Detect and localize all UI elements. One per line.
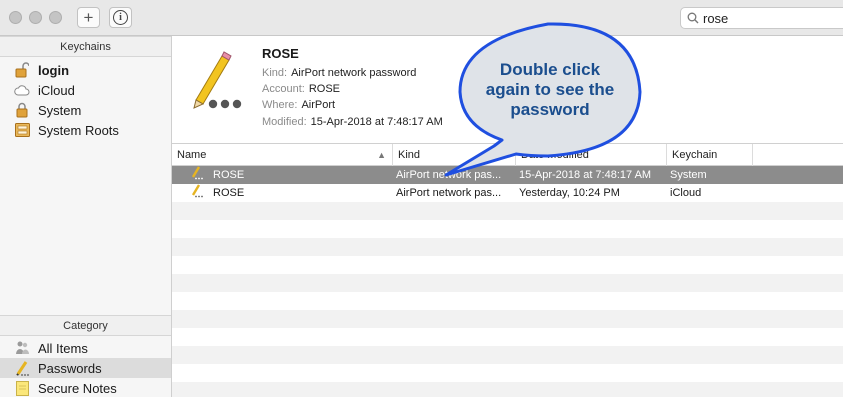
- kind-label: Kind:: [262, 67, 288, 79]
- cloud-icon: [14, 82, 30, 98]
- pencil-icon: [193, 51, 242, 109]
- note-icon: [14, 380, 30, 396]
- plus-icon: +: [83, 8, 94, 27]
- close-window-button[interactable]: [9, 11, 22, 24]
- account-label: Account:: [262, 83, 305, 95]
- empty-row: [172, 346, 843, 364]
- info-icon: i: [113, 10, 128, 25]
- modified-value: 15-Apr-2018 at 7:48:17 AM: [310, 116, 443, 128]
- row-date: Yesterday, 10:24 PM: [519, 187, 620, 199]
- sidebar-item-label: iCloud: [38, 82, 75, 98]
- column-name-label: Name: [177, 149, 207, 161]
- column-date-label: Date Modified: [521, 149, 589, 161]
- sidebar: Keychains login iCloud System System Roo…: [0, 36, 172, 397]
- search-input[interactable]: rose: [703, 11, 728, 26]
- category-header: Category: [0, 315, 171, 336]
- zoom-window-button[interactable]: [49, 11, 62, 24]
- sidebar-item-label: login: [38, 62, 70, 78]
- kind-value: AirPort network password: [291, 67, 417, 79]
- empty-row: [172, 202, 843, 220]
- sidebar-item-label: All Items: [38, 340, 88, 356]
- account-value: ROSE: [308, 83, 340, 95]
- row-name: ROSE: [213, 187, 245, 199]
- where-label: Where:: [262, 99, 298, 111]
- sidebar-item-label: System: [38, 102, 82, 118]
- add-item-button[interactable]: +: [77, 7, 100, 28]
- pencil-icon: [190, 166, 204, 184]
- sidebar-item-label: Passwords: [38, 360, 102, 376]
- sidebar-item-login[interactable]: login: [0, 60, 171, 80]
- pencil-icon: [190, 184, 204, 202]
- main-pane: ROSE Kind: AirPort network password Accou…: [172, 36, 843, 397]
- sidebar-item-icloud[interactable]: iCloud: [0, 80, 171, 100]
- pencil-icon: [14, 360, 30, 376]
- item-title: ROSE: [262, 46, 299, 61]
- column-keychain-label: Keychain: [672, 149, 718, 161]
- keychains-header: Keychains: [0, 36, 171, 57]
- detail-account-row: Account: ROSE: [262, 83, 340, 95]
- column-header-kind[interactable]: Kind: [393, 144, 516, 166]
- empty-row: [172, 382, 843, 397]
- row-keychain: System: [670, 169, 707, 181]
- table-row[interactable]: ROSE AirPort network pas... 15-Apr-2018 …: [172, 166, 843, 184]
- row-keychain: iCloud: [670, 187, 702, 199]
- row-kind: AirPort network pas...: [396, 187, 502, 199]
- column-kind-label: Kind: [398, 149, 421, 161]
- column-header-keychain[interactable]: Keychain: [667, 144, 753, 166]
- empty-row: [172, 310, 843, 328]
- minimize-window-button[interactable]: [29, 11, 42, 24]
- sidebar-item-label: Secure Notes: [38, 380, 117, 396]
- row-date: 15-Apr-2018 at 7:48:17 AM: [519, 169, 652, 181]
- sort-ascending-icon: ▲: [377, 150, 386, 160]
- toolbar: + i rose: [0, 0, 843, 36]
- cabinet-icon: [14, 122, 30, 138]
- info-button[interactable]: i: [109, 7, 132, 28]
- search-field[interactable]: rose: [680, 7, 843, 29]
- detail-where-row: Where: AirPort: [262, 99, 335, 111]
- sidebar-item-all-items[interactable]: All Items: [0, 338, 171, 358]
- sidebar-item-passwords[interactable]: Passwords: [0, 358, 171, 378]
- people-icon: [14, 340, 30, 356]
- sidebar-item-system[interactable]: System: [0, 100, 171, 120]
- item-detail-panel: ROSE Kind: AirPort network password Accou…: [172, 36, 843, 144]
- table-header: Name ▲ Kind Date Modified Keychain: [172, 144, 843, 166]
- row-name: ROSE: [213, 169, 245, 181]
- row-kind: AirPort network pas...: [396, 169, 502, 181]
- where-value: AirPort: [301, 99, 336, 111]
- empty-row: [172, 238, 843, 256]
- padlock-icon: [14, 102, 30, 118]
- column-header-name[interactable]: Name ▲: [172, 144, 393, 166]
- modified-label: Modified:: [262, 116, 307, 128]
- detail-kind-row: Kind: AirPort network password: [262, 67, 416, 79]
- sidebar-item-label: System Roots: [38, 122, 119, 138]
- detail-modified-row: Modified: 15-Apr-2018 at 7:48:17 AM: [262, 116, 443, 128]
- unlocked-padlock-icon: [14, 62, 30, 78]
- column-header-date-modified[interactable]: Date Modified: [516, 144, 667, 166]
- empty-row: [172, 274, 843, 292]
- info-glyph: i: [119, 12, 122, 23]
- sidebar-item-secure-notes[interactable]: Secure Notes: [0, 378, 171, 397]
- search-icon: [687, 12, 699, 24]
- sidebar-item-system-roots[interactable]: System Roots: [0, 120, 171, 140]
- table-row[interactable]: ROSE AirPort network pas... Yesterday, 1…: [172, 184, 843, 202]
